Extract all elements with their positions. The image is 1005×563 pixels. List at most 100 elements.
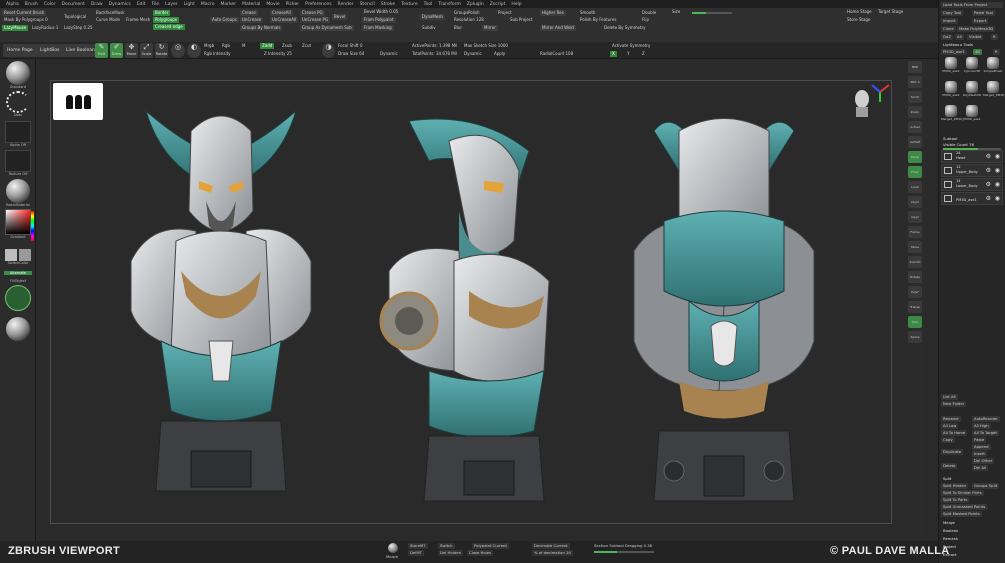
lazystep-slider[interactable]: LazyStep 0.25 — [62, 25, 94, 31]
bust-three-quarter-view[interactable] — [369, 91, 569, 521]
zsub-button[interactable]: Zsub — [280, 43, 294, 49]
creaseall-button[interactable]: CreaseAll — [270, 10, 293, 16]
del-hidden-button[interactable]: Del Hidden — [438, 550, 463, 556]
view-persp-button[interactable]: Persp — [908, 151, 922, 163]
subdiv-slider[interactable]: Subdiv — [420, 25, 438, 31]
bust-back-view[interactable] — [619, 91, 829, 521]
menu-item-stroke[interactable]: Stroke — [378, 2, 398, 7]
draw-size-slider[interactable]: Draw Size 64 — [336, 51, 366, 57]
switch-color-button[interactable]: SwitchColor — [4, 249, 32, 265]
make-polymesh-button[interactable]: Make PolyMesh3D — [957, 26, 996, 32]
lightbox-tab[interactable]: LightBox — [36, 44, 64, 57]
from-polypaint-button[interactable]: From Polypaint — [362, 17, 396, 23]
split-similar-parts-button[interactable]: Split To Similar Parts — [941, 490, 984, 496]
view-scroll-button[interactable]: Scroll — [908, 91, 922, 103]
delmt-button[interactable]: DelMT — [408, 550, 424, 556]
mirror-and-weld-button[interactable]: Mirror And Weld — [540, 25, 576, 31]
reset-brush-button[interactable]: Reset Current Brush — [2, 10, 47, 16]
store-stage-button[interactable]: Store Stage — [845, 17, 872, 23]
section-dragging-track[interactable] — [594, 551, 654, 553]
resolution-slider[interactable]: Resolution 128 — [452, 17, 486, 23]
menu-item-help[interactable]: Help — [508, 2, 524, 7]
blur-slider[interactable]: Blur — [452, 25, 464, 31]
uncrease-pg-button[interactable]: UnCrease PG — [300, 17, 331, 23]
visibility-eye-icon[interactable]: ◉ — [995, 153, 1000, 160]
uncrease-button[interactable]: UnCrease — [240, 17, 264, 23]
mirror-button[interactable]: Mirror — [482, 25, 498, 31]
split-masked-button[interactable]: Split Masked Points — [941, 511, 982, 517]
insert-button[interactable]: Insert — [972, 451, 987, 457]
tool-thumbnail[interactable]: PM3D_ase1 — [941, 57, 961, 75]
gear-icon[interactable]: ⚙ — [986, 195, 991, 202]
mrgb-button[interactable]: Mrgb — [202, 43, 216, 49]
view-xpose-button[interactable]: Xpose — [908, 331, 922, 343]
tool-thumbnail[interactable]: SimpleBrush — [983, 57, 1003, 75]
view-polyf-button[interactable]: PolyF — [908, 286, 922, 298]
del-all-button[interactable]: Del All — [972, 465, 989, 471]
copy-tool-button[interactable]: Copy Tool — [941, 10, 964, 16]
all-low-button[interactable]: All Low — [941, 423, 959, 429]
double-toggle[interactable]: Double — [640, 10, 658, 16]
tool-thumbnail[interactable]: PolyMesh3D — [962, 81, 982, 99]
texture-selector[interactable]: Texture Off — [4, 150, 32, 176]
view-rotate-button[interactable]: Rotate — [908, 271, 922, 283]
switch-button[interactable]: Switch — [438, 543, 455, 549]
home-stage-button[interactable]: Home Stage — [845, 9, 874, 15]
remesh-header[interactable]: Remesh — [941, 536, 960, 542]
menu-item-tool[interactable]: Tool — [421, 2, 436, 7]
higher-res-button[interactable]: Higher Res — [540, 10, 566, 16]
view-actual-button[interactable]: Actual — [908, 121, 922, 133]
view-lsym-button[interactable]: LSym — [908, 196, 922, 208]
menu-item-transform[interactable]: Transform — [435, 2, 463, 7]
menu-item-zscript[interactable]: Zscript — [487, 2, 509, 7]
copy-button[interactable]: Copy — [941, 437, 955, 443]
list-all-button[interactable]: List All — [941, 394, 958, 400]
split-hidden-button[interactable]: Split Hidden — [941, 483, 969, 489]
view-transp-button[interactable]: Transp — [908, 301, 922, 313]
auto-groups-button[interactable]: Auto Groups — [210, 17, 239, 23]
frame-mesh-button[interactable]: Frame Mesh — [124, 17, 152, 23]
zcut-button[interactable]: Zcut — [300, 43, 313, 49]
edit-button[interactable]: ✎ Edit — [95, 43, 108, 58]
delete-by-symmetry-button[interactable]: Delete By Symmetry — [602, 25, 648, 31]
view-move-button[interactable]: Move — [908, 241, 922, 253]
r-button[interactable]: R — [991, 34, 998, 40]
visibility-eye-icon[interactable]: ◉ — [995, 195, 1000, 202]
visibility-eye-icon[interactable]: ◉ — [995, 167, 1000, 174]
crease-pg-button[interactable]: Crease PG — [300, 10, 325, 16]
paste-button[interactable]: Paste — [972, 437, 987, 443]
axis-gizmo-icon[interactable] — [869, 81, 891, 103]
merge-header[interactable]: Merge — [941, 520, 957, 526]
section-dragging-slider[interactable]: Section Subtool Dragging 0.38 — [592, 543, 654, 549]
split-to-parts-button[interactable]: Split To Parts — [941, 497, 970, 503]
navigation-head-icon[interactable] — [851, 89, 871, 117]
menu-item-edit[interactable]: Edit — [134, 2, 149, 7]
polygroups-button[interactable]: Polygroups — [153, 17, 179, 23]
view-zoom-button[interactable]: Zoom — [908, 106, 922, 118]
store-mt-button[interactable]: StoreMT — [408, 543, 428, 549]
target-stage-button[interactable]: Target Stage — [876, 9, 905, 15]
symmetry-z-toggle[interactable]: Z — [640, 51, 647, 57]
radial-count-slider[interactable]: RadialCount 108 — [538, 51, 575, 57]
color-picker[interactable]: Gradient — [4, 209, 32, 239]
lightbox-tools-link[interactable]: Lightbox ▸ Tools — [941, 42, 975, 48]
import-button[interactable]: Import — [941, 18, 958, 24]
tool-r-button[interactable]: R — [993, 49, 1000, 55]
mask-by-polygroups-slider[interactable]: Mask By Polygroups 0 — [2, 17, 50, 23]
draw-button[interactable]: ✐ Draw — [110, 43, 123, 58]
gizmo-button[interactable]: ◎ — [171, 43, 185, 58]
brush-selector[interactable]: Standard — [4, 61, 32, 89]
view-floor-button[interactable]: Floor — [908, 166, 922, 178]
live-boolean-tab[interactable]: Live Boolean — [62, 44, 99, 57]
activate-symmetry-button[interactable]: Activate Symmetry — [610, 43, 652, 49]
subtool-row[interactable]: PM3D_ase1 ⚙ ◉ — [941, 192, 1003, 205]
morph-sphere-icon[interactable] — [388, 543, 398, 553]
alpha-selector[interactable]: Alpha Off — [4, 121, 32, 147]
rename-button[interactable]: Rename — [941, 416, 961, 422]
smooth-toggle[interactable]: Smooth — [578, 10, 597, 16]
visibility-eye-icon[interactable]: ◉ — [995, 181, 1000, 188]
subtool-row[interactable]: 14 Lower_Body ⚙ ◉ — [941, 178, 1003, 191]
rgb-button[interactable]: Rgb — [220, 43, 232, 49]
view-zoomd-button[interactable]: ZoomD — [908, 256, 922, 268]
menu-item-marker[interactable]: Marker — [218, 2, 240, 7]
